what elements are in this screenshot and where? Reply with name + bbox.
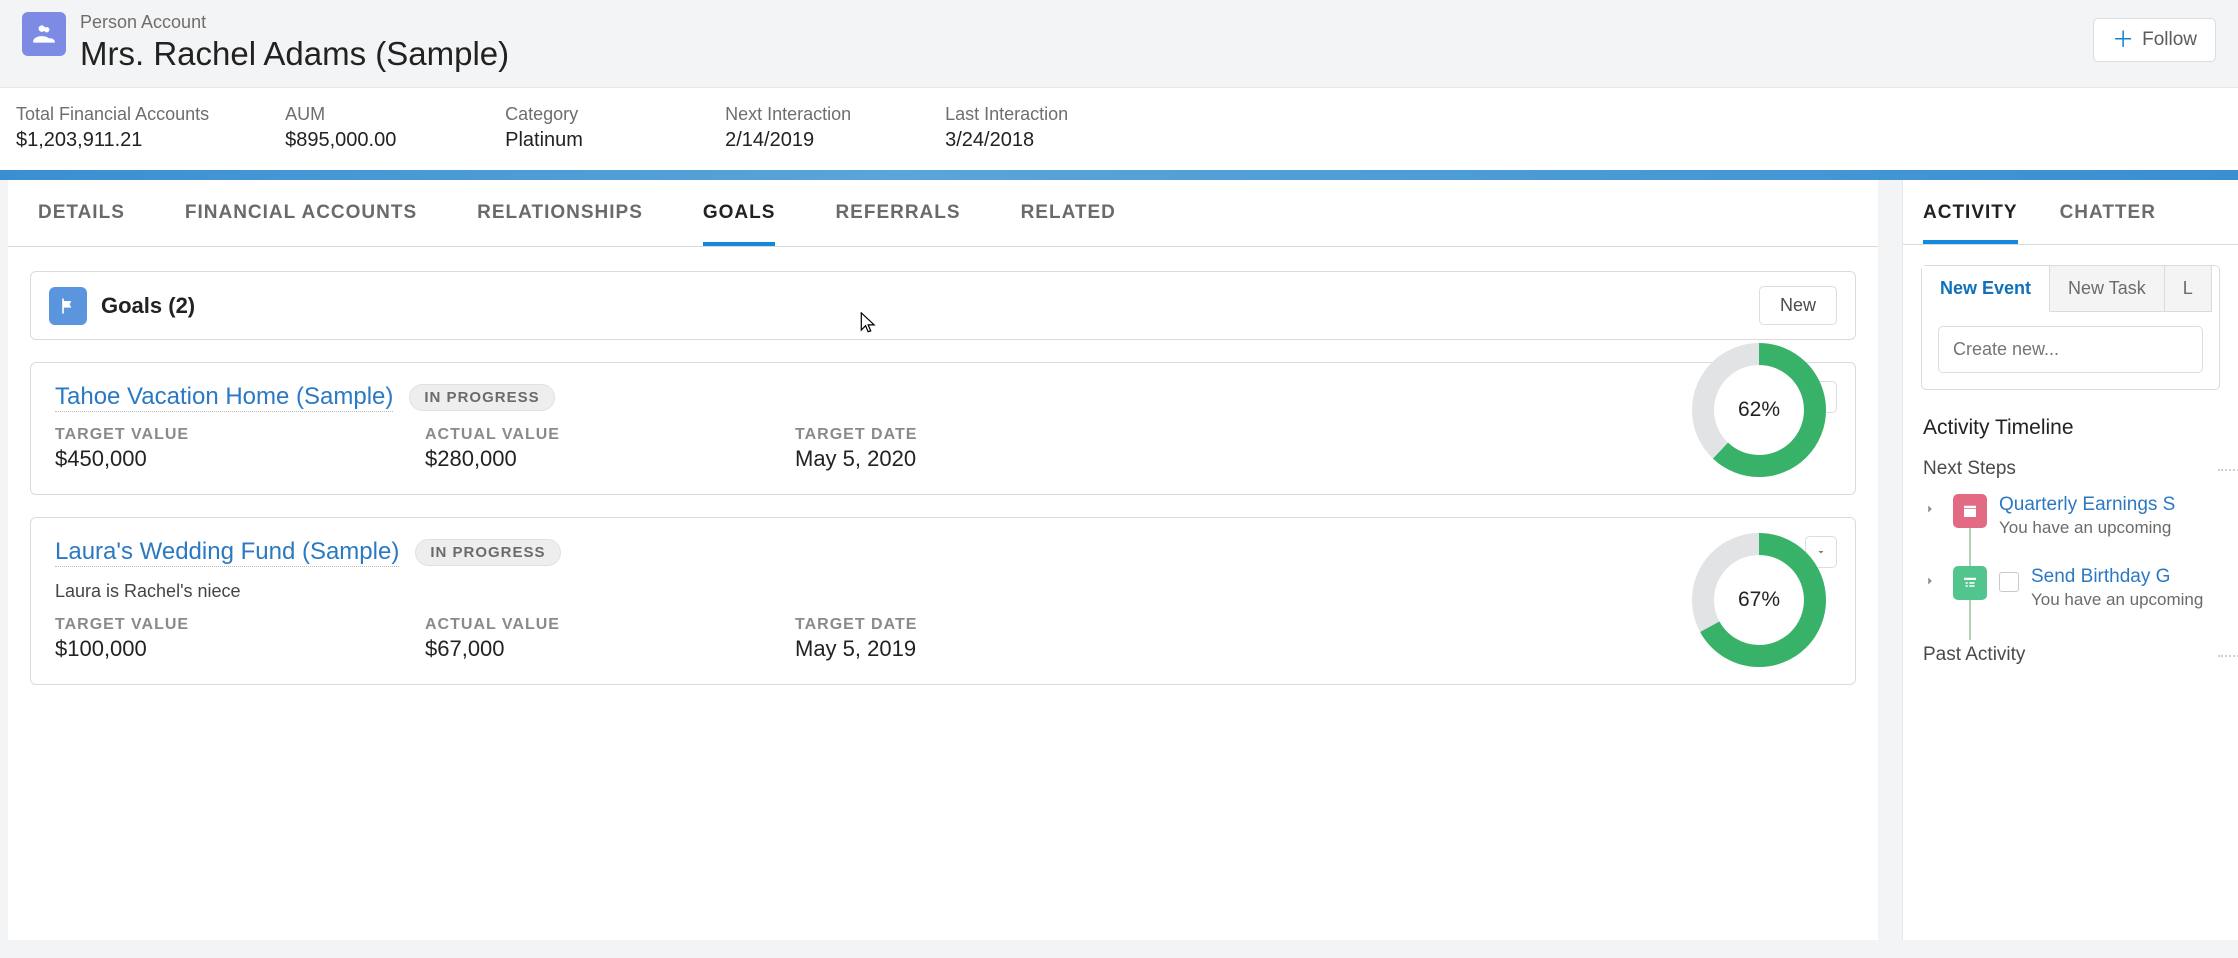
highlight-label: AUM <box>285 104 429 125</box>
goal-name-link[interactable]: Laura's Wedding Fund (Sample) <box>55 538 399 567</box>
timeline-item-title[interactable]: Quarterly Earnings S <box>1999 494 2175 516</box>
event-icon <box>1953 494 1987 528</box>
entity-name: Mrs. Rachel Adams (Sample) <box>80 35 509 73</box>
highlight-value: 2/14/2019 <box>725 129 869 152</box>
highlight-label: Next Interaction <box>725 104 869 125</box>
plus-icon: ＋ <box>2112 29 2134 51</box>
activity-panel: ACTIVITY CHATTER New Event New Task L Ac… <box>1902 180 2238 940</box>
status-badge: IN PROGRESS <box>409 384 554 411</box>
target-date: May 5, 2020 <box>795 446 1095 472</box>
task-checkbox[interactable] <box>1999 572 2019 592</box>
goal-card: Laura's Wedding Fund (Sample) IN PROGRES… <box>30 517 1856 685</box>
highlight-value: Platinum <box>505 129 649 152</box>
target-value-label: TARGET VALUE <box>55 426 425 444</box>
record-tabs: DETAILS FINANCIAL ACCOUNTS RELATIONSHIPS… <box>8 180 1878 247</box>
tab-relationships[interactable]: RELATIONSHIPS <box>477 202 643 246</box>
tab-goals[interactable]: GOALS <box>703 202 776 246</box>
target-value: $100,000 <box>55 636 425 662</box>
highlight-item: Next Interaction 2/14/2019 <box>719 104 869 152</box>
tab-details[interactable]: DETAILS <box>38 202 125 246</box>
tab-related[interactable]: RELATED <box>1021 202 1116 246</box>
target-date-label: TARGET DATE <box>795 426 1095 444</box>
target-date-label: TARGET DATE <box>795 616 1095 634</box>
past-activity-label: Past Activity <box>1923 644 2218 666</box>
target-date: May 5, 2019 <box>795 636 1095 662</box>
tab-activity[interactable]: ACTIVITY <box>1923 202 2018 244</box>
tab-referrals[interactable]: REFERRALS <box>835 202 960 246</box>
new-goal-button[interactable]: New <box>1759 286 1837 325</box>
page-header: Person Account Mrs. Rachel Adams (Sample… <box>0 0 2238 87</box>
highlight-value: $1,203,911.21 <box>16 129 209 152</box>
timeline-item: Quarterly Earnings S You have an upcomin… <box>1903 490 2238 544</box>
tab-chatter[interactable]: CHATTER <box>2060 202 2156 244</box>
target-value-label: TARGET VALUE <box>55 616 425 634</box>
person-account-icon <box>22 12 66 56</box>
highlight-item: Total Financial Accounts $1,203,911.21 <box>10 104 209 152</box>
timeline-item-subtitle: You have an upcoming <box>2031 590 2203 610</box>
progress-pct: 67% <box>1689 530 1829 670</box>
highlight-item: AUM $895,000.00 <box>279 104 429 152</box>
actual-value: $280,000 <box>425 446 795 472</box>
highlight-value: 3/24/2018 <box>945 129 1089 152</box>
follow-button[interactable]: ＋ Follow <box>2093 18 2216 62</box>
highlight-label: Last Interaction <box>945 104 1089 125</box>
actual-value-label: ACTUAL VALUE <box>425 616 795 634</box>
create-new-input[interactable] <box>1938 326 2203 373</box>
progress-pct: 62% <box>1689 340 1829 480</box>
entity-meta: Person Account Mrs. Rachel Adams (Sample… <box>80 12 509 73</box>
activity-timeline-heading: Activity Timeline <box>1923 416 2218 440</box>
tab-financial-accounts[interactable]: FINANCIAL ACCOUNTS <box>185 202 417 246</box>
composer-tab-new-event[interactable]: New Event <box>1922 266 2050 312</box>
task-icon <box>1953 566 1987 600</box>
main-column: DETAILS FINANCIAL ACCOUNTS RELATIONSHIPS… <box>8 180 1878 940</box>
timeline-item-subtitle: You have an upcoming <box>1999 518 2175 538</box>
chevron-right-icon[interactable] <box>1923 572 1941 590</box>
target-value: $450,000 <box>55 446 425 472</box>
composer-tab-more[interactable]: L <box>2165 266 2212 312</box>
goal-card: Tahoe Vacation Home (Sample) IN PROGRESS… <box>30 362 1856 495</box>
highlight-label: Category <box>505 104 649 125</box>
goals-card-title: Goals (2) <box>101 293 195 319</box>
actual-value: $67,000 <box>425 636 795 662</box>
highlight-label: Total Financial Accounts <box>16 104 209 125</box>
timeline-item-title[interactable]: Send Birthday G <box>2031 566 2203 588</box>
highlight-panel: Total Financial Accounts $1,203,911.21 A… <box>0 87 2238 170</box>
highlight-value: $895,000.00 <box>285 129 429 152</box>
next-steps-label: Next Steps <box>1923 458 2218 480</box>
goals-card: Goals (2) New <box>30 271 1856 340</box>
status-badge: IN PROGRESS <box>415 539 560 566</box>
entity-type: Person Account <box>80 12 509 33</box>
composer-tab-new-task[interactable]: New Task <box>2050 266 2165 312</box>
progress-donut: 67% <box>1689 530 1829 670</box>
goal-name-link[interactable]: Tahoe Vacation Home (Sample) <box>55 383 393 412</box>
actual-value-label: ACTUAL VALUE <box>425 426 795 444</box>
divider-strip <box>0 170 2238 180</box>
flag-icon <box>49 287 87 325</box>
side-tabs: ACTIVITY CHATTER <box>1903 180 2238 245</box>
header-left: Person Account Mrs. Rachel Adams (Sample… <box>22 12 509 73</box>
follow-label: Follow <box>2142 29 2197 51</box>
activity-composer: New Event New Task L <box>1921 265 2220 390</box>
goal-note: Laura is Rachel's niece <box>55 581 1831 602</box>
progress-donut: 62% <box>1689 340 1829 480</box>
highlight-item: Category Platinum <box>499 104 649 152</box>
chevron-right-icon[interactable] <box>1923 500 1941 518</box>
cursor-icon <box>860 312 878 336</box>
highlight-item: Last Interaction 3/24/2018 <box>939 104 1089 152</box>
timeline-item: Send Birthday G You have an upcoming <box>1903 562 2238 616</box>
